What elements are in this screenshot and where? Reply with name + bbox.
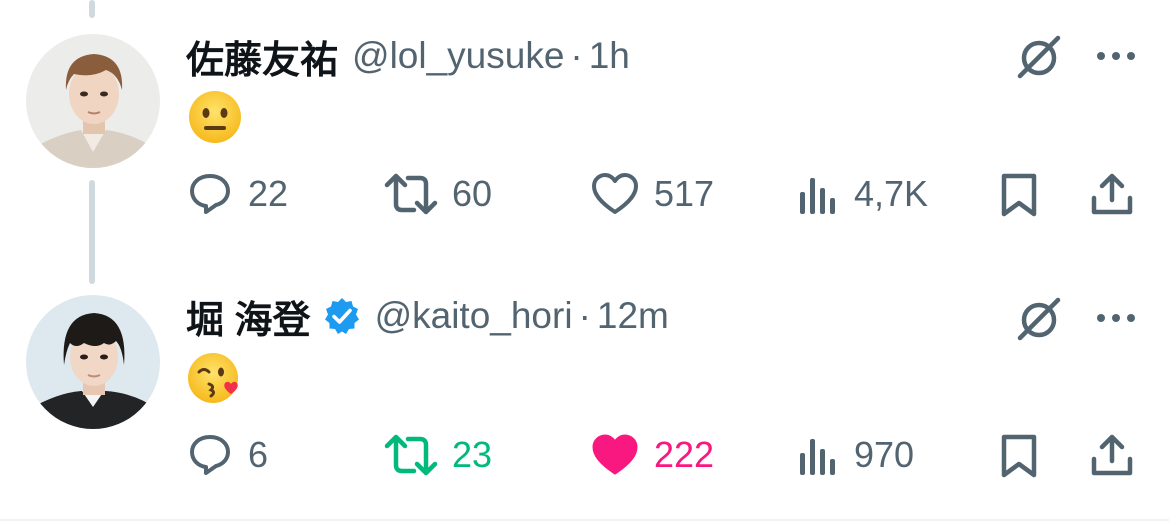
view-count: 970 [854,434,915,475]
like-button[interactable]: 517 [590,168,714,220]
divider [0,519,1169,521]
views-button[interactable]: 4,7K [796,168,928,220]
bookmark-button[interactable] [996,168,1042,220]
face-blowing-a-kiss-emoji [187,350,243,406]
grok-icon[interactable] [1014,294,1064,344]
reply-icon [190,435,230,475]
share-icon [1091,173,1133,215]
tweet-header: 堀 海登 @kaito_hori · 12m [186,292,669,342]
reply-count: 6 [248,434,269,475]
repost-button[interactable]: 60 [384,168,492,220]
repost-count: 23 [452,434,493,475]
bookmark-icon [1001,173,1037,217]
heart-filled-icon [592,434,638,475]
like-count: 222 [654,434,715,475]
more-options-icon[interactable] [1094,49,1138,61]
neutral-face-emoji [187,89,243,145]
tweet-2[interactable]: 堀 海登 @kaito_hori · 12m 6 23 222 970 [0,290,1169,515]
repost-icon [384,173,438,215]
avatar[interactable] [26,34,160,168]
share-button[interactable] [1088,429,1136,481]
avatar[interactable] [26,295,160,429]
analytics-icon [800,439,835,475]
repost-button[interactable]: 23 [384,429,492,481]
separator-dot: · [570,35,583,76]
analytics-icon [800,178,835,214]
timestamp[interactable]: 1h [589,35,630,77]
views-button[interactable]: 970 [796,429,914,481]
reply-button[interactable]: 6 [186,429,268,481]
bookmark-button[interactable] [996,429,1042,481]
user-handle[interactable]: @kaito_hori [375,295,573,337]
separator-dot: · [578,295,591,336]
reply-icon [190,174,230,214]
heart-icon [592,173,638,214]
bookmark-icon [1001,434,1037,478]
user-handle[interactable]: @lol_yusuke [352,35,564,77]
grok-icon[interactable] [1014,32,1064,82]
repost-count: 60 [452,173,493,214]
display-name[interactable]: 堀 海登 [186,289,311,344]
tweet-1[interactable]: 佐藤友祐 @lol_yusuke · 1h 22 60 517 4,7K [0,0,1169,250]
reply-count: 22 [248,173,289,214]
like-button[interactable]: 222 [590,429,714,481]
tweet-actions: 22 60 517 4,7K [0,168,1169,220]
timestamp[interactable]: 12m [597,295,669,337]
tweet-actions: 6 23 222 970 [0,429,1169,481]
tweet-header: 佐藤友祐 @lol_yusuke · 1h [186,32,630,82]
display-name[interactable]: 佐藤友祐 [186,29,338,84]
reply-button[interactable]: 22 [186,168,288,220]
more-options-icon[interactable] [1094,311,1138,323]
share-button[interactable] [1088,168,1136,220]
like-count: 517 [654,173,715,214]
repost-icon [384,434,438,476]
share-icon [1091,434,1133,476]
view-count: 4,7K [854,173,929,214]
verified-badge-icon [323,297,361,335]
